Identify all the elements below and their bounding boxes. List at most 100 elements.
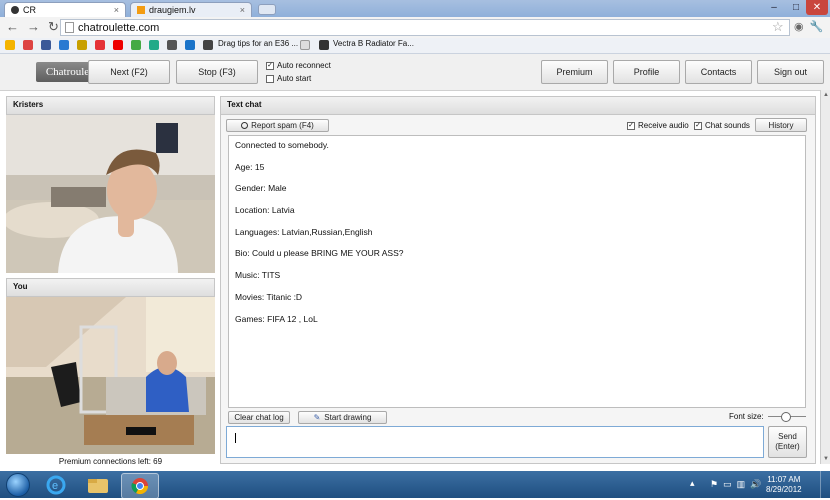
page-scrollbar[interactable]: ▲ ▼ (820, 90, 830, 464)
nav-buttons: ← → ↻ (6, 20, 59, 34)
youtube-icon[interactable] (113, 40, 123, 50)
bookmark-icon[interactable] (77, 40, 87, 50)
chat-log: Connected to somebody. Age: 15 Gender: M… (228, 135, 806, 408)
stop-button[interactable]: Stop (F3) (176, 60, 258, 84)
receive-audio-checkbox[interactable]: ✓ Receive audio (627, 121, 689, 130)
history-button[interactable]: History (755, 118, 807, 132)
clock-time: 11:07 AM (767, 475, 801, 484)
tab-cr[interactable]: CR × (4, 2, 126, 17)
extension-icon[interactable]: ◉ (794, 20, 804, 33)
chat-input[interactable] (226, 426, 764, 458)
report-spam-label: Report spam (F4) (251, 121, 314, 130)
ebay-icon[interactable] (95, 40, 105, 50)
premium-connections-text: Premium connections left: 69 (58, 457, 163, 466)
show-hidden-icons[interactable]: ▴ (690, 478, 695, 489)
page-icon (300, 40, 310, 50)
checkbox-box[interactable]: ✓ (266, 61, 274, 70)
font-size-slider-handle[interactable] (781, 412, 791, 422)
no-entry-icon (241, 122, 249, 129)
clock-date: 8/29/2012 (766, 485, 802, 494)
bookmarks-bar (0, 38, 830, 54)
chat-log-line: Age: 15 (235, 161, 265, 172)
checkbox-label: Receive audio (638, 121, 689, 130)
premium-button[interactable]: Premium (541, 60, 608, 84)
bookmark-icon[interactable] (149, 40, 159, 50)
checkbox-label: Chat sounds (705, 121, 750, 130)
chatroulette-favicon-icon (11, 6, 19, 14)
close-window-button[interactable]: ✕ (806, 0, 828, 15)
checkbox-label: Auto start (277, 74, 312, 83)
wrench-icon[interactable]: 🔧 (810, 20, 824, 33)
partner-video (6, 115, 215, 273)
back-arrow-icon[interactable]: ← (6, 20, 19, 34)
chat-log-line: Gender: Male (235, 183, 287, 194)
forward-arrow-icon[interactable]: → (27, 20, 40, 34)
show-desktop-button[interactable] (820, 471, 830, 498)
checkbox-label: Auto reconnect (277, 61, 331, 70)
chat-log-line: Connected to somebody. (235, 140, 329, 150)
chrome-icon[interactable] (121, 473, 159, 499)
bookmark-icon[interactable] (185, 40, 195, 50)
start-button[interactable] (6, 473, 30, 497)
pencil-icon: ✎ (313, 413, 321, 422)
close-tab-icon[interactable]: × (240, 5, 245, 15)
monitor-icon[interactable]: ▭ (723, 479, 732, 490)
network-icon[interactable]: ▥ (737, 479, 746, 490)
next-button[interactable]: Next (F2) (88, 60, 170, 84)
checkbox-box[interactable]: ✓ (694, 121, 702, 130)
bookmark-icon[interactable] (131, 40, 141, 50)
toolbar-right-icons: ◉ 🔧 (794, 20, 823, 33)
start-drawing-label: Start drawing (324, 413, 372, 422)
checkbox-box[interactable] (266, 74, 274, 83)
bookmark-icon[interactable] (203, 40, 213, 50)
action-center-flag-icon[interactable]: ⚑ (710, 479, 718, 490)
tab-title: draugiem.lv (149, 5, 196, 15)
address-text: chatroulette.com (78, 21, 160, 34)
clock[interactable]: 11:07 AM 8/29/2012 (766, 475, 802, 495)
font-size-label: Font size: (729, 412, 764, 421)
bookmark-icon[interactable] (167, 40, 177, 50)
clear-chat-log-button[interactable]: Clear chat log (228, 411, 290, 424)
gmail-icon[interactable] (23, 40, 33, 50)
scroll-down-icon[interactable]: ▼ (823, 456, 829, 462)
chat-sounds-checkbox[interactable]: ✓ Chat sounds (694, 121, 750, 130)
contacts-button[interactable]: Contacts (685, 60, 752, 84)
bookmark-icon[interactable] (59, 40, 69, 50)
checkbox-box[interactable]: ✓ (627, 121, 635, 130)
address-bar[interactable]: chatroulette.com (60, 19, 790, 36)
auto-reconnect-checkbox[interactable]: ✓ Auto reconnect (266, 61, 331, 70)
bookmark-label[interactable]: Vectra B Radiator Fa... (333, 39, 414, 48)
partner-title: Kristers (6, 96, 215, 115)
chat-title: Text chat (220, 96, 816, 115)
chat-log-line: Bio: Could u please BRING ME YOUR ASS? (235, 248, 404, 259)
system-tray: ⚑ ▭ ▥ 🔊 (710, 479, 761, 490)
maximize-button[interactable]: □ (786, 0, 806, 15)
bookmark-label[interactable]: Drag tips for an E36 ... (218, 39, 298, 48)
draugiem-favicon-icon (137, 6, 145, 14)
report-spam-button[interactable]: Report spam (F4) (226, 119, 329, 132)
send-button[interactable]: Send (Enter) (768, 426, 807, 458)
chat-log-line: Games: FIFA 12 , LoL (235, 313, 318, 324)
self-video-frame (6, 297, 215, 454)
start-drawing-button[interactable]: ✎ Start drawing (298, 411, 387, 424)
profile-button[interactable]: Profile (613, 60, 680, 84)
reload-icon[interactable]: ↻ (48, 20, 59, 34)
bookmark-star-icon[interactable]: ☆ (772, 19, 784, 35)
sign-out-button[interactable]: Sign out (757, 60, 824, 84)
internet-explorer-icon[interactable]: e (38, 473, 74, 497)
auto-start-checkbox[interactable]: Auto start (266, 74, 311, 83)
self-video (6, 297, 215, 454)
chat-log-line: Movies: Titanic :D (235, 291, 303, 302)
explorer-folder-icon[interactable] (80, 473, 116, 497)
scroll-up-icon[interactable]: ▲ (823, 92, 829, 98)
new-tab-button[interactable] (258, 4, 276, 15)
text-cursor (235, 433, 236, 443)
chat-log-line: Music: TITS (235, 270, 281, 281)
bookmark-icon[interactable] (5, 40, 15, 50)
volume-icon[interactable]: 🔊 (750, 479, 761, 490)
chat-log-line: Languages: Latvian,Russian,English (235, 226, 373, 237)
tab-draugiem[interactable]: draugiem.lv × (130, 2, 252, 17)
minimize-button[interactable]: – (764, 0, 784, 15)
close-tab-icon[interactable]: × (114, 5, 119, 15)
facebook-icon[interactable] (41, 40, 51, 50)
